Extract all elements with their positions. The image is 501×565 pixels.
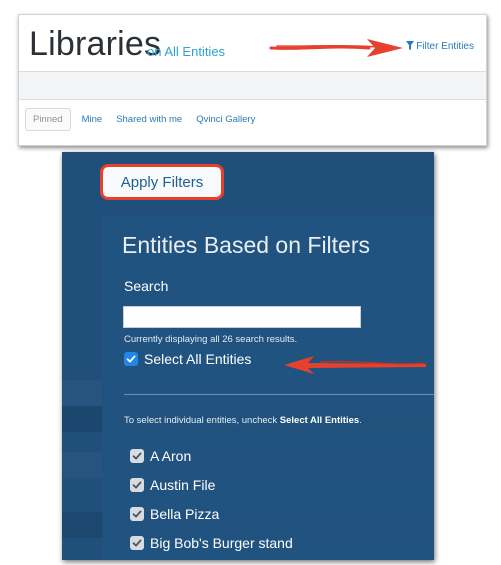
instructions-text: To select individual entities, uncheck S… bbox=[124, 415, 434, 426]
page-subtitle: on All Entities bbox=[147, 44, 226, 59]
check-icon bbox=[132, 481, 142, 488]
tabs-area: Pinned Mine Shared with me Qvinci Galler… bbox=[19, 99, 486, 145]
annotation-arrow-icon bbox=[284, 356, 426, 374]
instructions-bold: Select All Entities bbox=[279, 415, 360, 426]
result-count-note: Currently displaying all 26 search resul… bbox=[124, 334, 298, 345]
entity-list: A Aron Austin File Bella Pizza Big Bob's… bbox=[130, 441, 293, 557]
apply-filters-button[interactable]: Apply Filters bbox=[100, 164, 224, 200]
funnel-icon bbox=[406, 41, 415, 50]
entities-filter-card: Entities Based on Filters Search Current… bbox=[102, 217, 434, 560]
instructions-suffix: . bbox=[359, 415, 362, 426]
filter-entities-label: Filter Entities bbox=[416, 41, 474, 52]
annotation-arrow-icon bbox=[269, 39, 403, 57]
select-all-label: Select All Entities bbox=[144, 351, 252, 367]
search-label: Search bbox=[124, 278, 169, 294]
entity-label: Big Bob's Burger stand bbox=[150, 534, 293, 551]
check-icon bbox=[126, 355, 136, 363]
entity-checkbox[interactable] bbox=[130, 535, 144, 550]
library-tabs: Pinned Mine Shared with me Qvinci Galler… bbox=[25, 108, 262, 131]
entity-label: Bella Pizza bbox=[150, 505, 220, 522]
tab-qvinci-gallery[interactable]: Qvinci Gallery bbox=[189, 109, 262, 130]
header-bar: Libraries on All Entities Filter Entitie… bbox=[19, 15, 486, 72]
check-icon bbox=[132, 510, 142, 517]
entity-label: A Aron bbox=[150, 447, 192, 464]
entity-item[interactable]: A Aron bbox=[130, 441, 293, 470]
select-all-checkbox[interactable] bbox=[124, 352, 138, 366]
filters-panel: Apply Filters Entities Based on Filters … bbox=[62, 152, 434, 560]
libraries-header-panel: Libraries on All Entities Filter Entitie… bbox=[18, 14, 487, 146]
entity-item[interactable]: Bella Pizza bbox=[130, 499, 293, 528]
entity-item[interactable]: Austin File bbox=[130, 470, 293, 499]
card-title: Entities Based on Filters bbox=[122, 232, 371, 258]
instructions-prefix: To select individual entities, uncheck bbox=[124, 415, 280, 426]
tab-shared-with-me[interactable]: Shared with me bbox=[109, 109, 189, 130]
entity-item[interactable]: Big Bob's Burger stand bbox=[130, 528, 293, 557]
entity-checkbox[interactable] bbox=[130, 477, 144, 492]
select-all-entities-row[interactable]: Select All Entities bbox=[124, 351, 251, 367]
entity-checkbox[interactable] bbox=[130, 506, 144, 521]
search-input[interactable] bbox=[123, 306, 361, 328]
page-title: Libraries bbox=[29, 25, 162, 63]
divider bbox=[124, 394, 434, 395]
entity-label: Austin File bbox=[150, 476, 216, 493]
entity-checkbox[interactable] bbox=[130, 448, 144, 463]
tab-mine[interactable]: Mine bbox=[75, 109, 110, 130]
filter-entities-link[interactable]: Filter Entities bbox=[406, 41, 474, 52]
check-icon bbox=[132, 452, 142, 459]
tab-pinned[interactable]: Pinned bbox=[25, 108, 71, 131]
check-icon bbox=[132, 539, 142, 546]
